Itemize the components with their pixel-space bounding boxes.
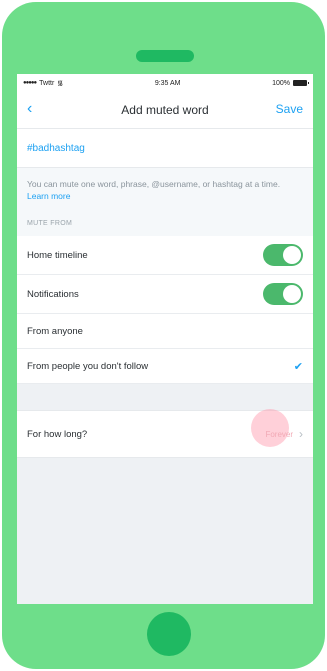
help-text: You can mute one word, phrase, @username… (17, 168, 313, 210)
from-anyone-label: From anyone (27, 325, 83, 337)
home-timeline-row: Home timeline (17, 236, 313, 275)
help-description: You can mute one word, phrase, @username… (27, 179, 281, 189)
toggle-knob (283, 246, 301, 264)
from-people-option[interactable]: From people you don't follow ✔ (17, 349, 313, 384)
home-timeline-toggle[interactable] (263, 244, 303, 266)
save-button[interactable]: Save (276, 102, 303, 116)
battery-icon (292, 80, 309, 86)
signal-icon: ●●●●● (23, 80, 37, 86)
carrier-label: Twttr (39, 79, 55, 87)
toggle-knob (283, 285, 301, 303)
home-button[interactable] (147, 612, 191, 656)
checkmark-icon: ✔ (293, 360, 303, 373)
notifications-row: Notifications (17, 275, 313, 314)
page-title: Add muted word (121, 103, 209, 117)
from-anyone-option[interactable]: From anyone (17, 314, 313, 349)
chevron-right-icon: › (299, 427, 303, 441)
duration-row[interactable]: For how long? Forever › (17, 409, 313, 458)
home-timeline-label: Home timeline (27, 249, 88, 261)
learn-more-link[interactable]: Learn more (27, 191, 70, 201)
muted-word-input[interactable]: #badhashtag (17, 129, 313, 168)
speaker-slot (136, 50, 194, 62)
section-spacer (17, 384, 313, 410)
duration-label: For how long? (27, 428, 88, 440)
battery-percent: 100% (272, 79, 290, 87)
nav-bar: ‹ Add muted word Save (17, 92, 313, 129)
back-chevron-icon[interactable]: ‹ (27, 100, 32, 118)
from-people-label: From people you don't follow (27, 360, 149, 372)
duration-value: Forever (265, 429, 293, 439)
mute-from-header: MUTE FROM (17, 210, 313, 236)
clock: 9:35 AM (154, 79, 181, 87)
notifications-toggle[interactable] (263, 283, 303, 305)
wifi-icon: ᯾ (57, 79, 64, 87)
tap-highlight (251, 409, 290, 447)
screen: ●●●●● Twttr ᯾ 9:35 AM 100% ‹ Add muted w… (17, 74, 313, 604)
phone-frame: ●●●●● Twttr ᯾ 9:35 AM 100% ‹ Add muted w… (2, 2, 325, 669)
status-bar: ●●●●● Twttr ᯾ 9:35 AM 100% (17, 74, 313, 92)
notifications-label: Notifications (27, 288, 79, 300)
mute-from-list: Home timeline Notifications From anyone … (17, 236, 313, 384)
